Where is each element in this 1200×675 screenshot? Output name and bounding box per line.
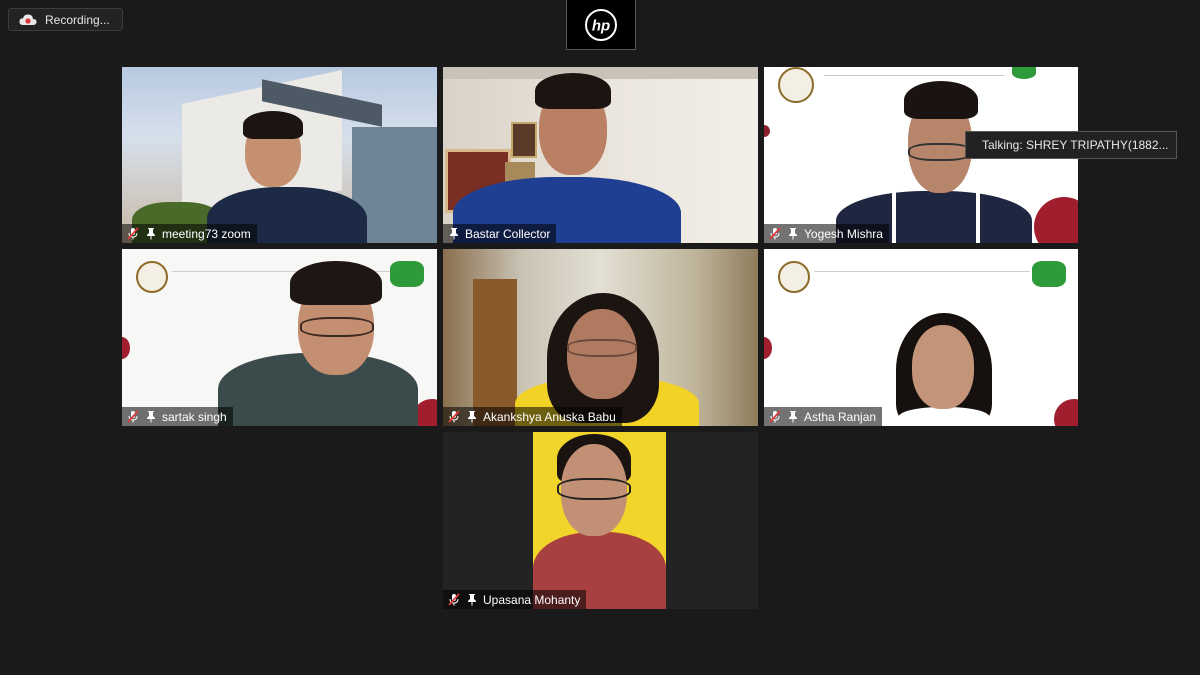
participant-name-tag: Astha Ranjan — [764, 407, 883, 426]
talking-indicator: Talking: SHREY TRIPATHY(1882... — [965, 131, 1177, 159]
participant-name: sartak singh — [162, 409, 227, 424]
video-feed — [764, 249, 1078, 426]
video-feed — [443, 432, 758, 609]
video-feed — [443, 249, 758, 426]
participant-name-tag: sartak singh — [122, 407, 233, 426]
video-tile[interactable]: meeting73 zoom — [122, 67, 437, 243]
recording-label: Recording... — [45, 12, 110, 27]
svg-text:hp: hp — [592, 17, 610, 34]
participant-name-tag: meeting73 zoom — [122, 224, 257, 243]
participant-name-tag: Akankshya Anuska Babu — [443, 407, 622, 426]
pin-icon — [144, 227, 158, 241]
muted-mic-icon — [768, 227, 782, 241]
participant-name-tag: Upasana Mohanty — [443, 590, 587, 609]
pin-icon — [465, 410, 479, 424]
cloud-recording-icon — [15, 9, 41, 30]
video-tile[interactable]: Upasana Mohanty — [443, 432, 758, 609]
video-tile[interactable]: Bastar Collector — [443, 67, 758, 243]
participant-name: Yogesh Mishra — [804, 226, 883, 241]
participant-name: Astha Ranjan — [804, 409, 877, 424]
recording-indicator[interactable]: Recording... — [8, 8, 123, 31]
muted-mic-icon — [447, 593, 461, 607]
participant-name: Bastar Collector — [465, 226, 551, 241]
muted-mic-icon — [768, 410, 782, 424]
participant-name: Upasana Mohanty — [483, 592, 581, 607]
video-tile[interactable]: Akankshya Anuska Babu — [443, 249, 758, 426]
hp-logo-icon: hp — [585, 8, 617, 41]
muted-mic-icon — [126, 410, 140, 424]
video-tile[interactable]: Astha Ranjan — [764, 249, 1078, 426]
pin-icon — [465, 593, 479, 607]
video-tile[interactable]: sartak singh — [122, 249, 437, 426]
participant-name: meeting73 zoom — [162, 226, 251, 241]
muted-mic-icon — [447, 410, 461, 424]
participant-name-tag: Yogesh Mishra — [764, 224, 889, 243]
video-feed — [122, 67, 437, 243]
video-feed — [443, 67, 758, 243]
video-feed — [122, 249, 437, 426]
participant-name-tag: Bastar Collector — [443, 224, 557, 243]
pin-icon — [144, 410, 158, 424]
hp-logo-badge: hp — [566, 0, 636, 50]
pin-icon — [786, 227, 800, 241]
participant-name: Akankshya Anuska Babu — [483, 409, 616, 424]
pin-icon — [447, 227, 461, 241]
muted-mic-icon — [126, 227, 140, 241]
pin-icon — [786, 410, 800, 424]
